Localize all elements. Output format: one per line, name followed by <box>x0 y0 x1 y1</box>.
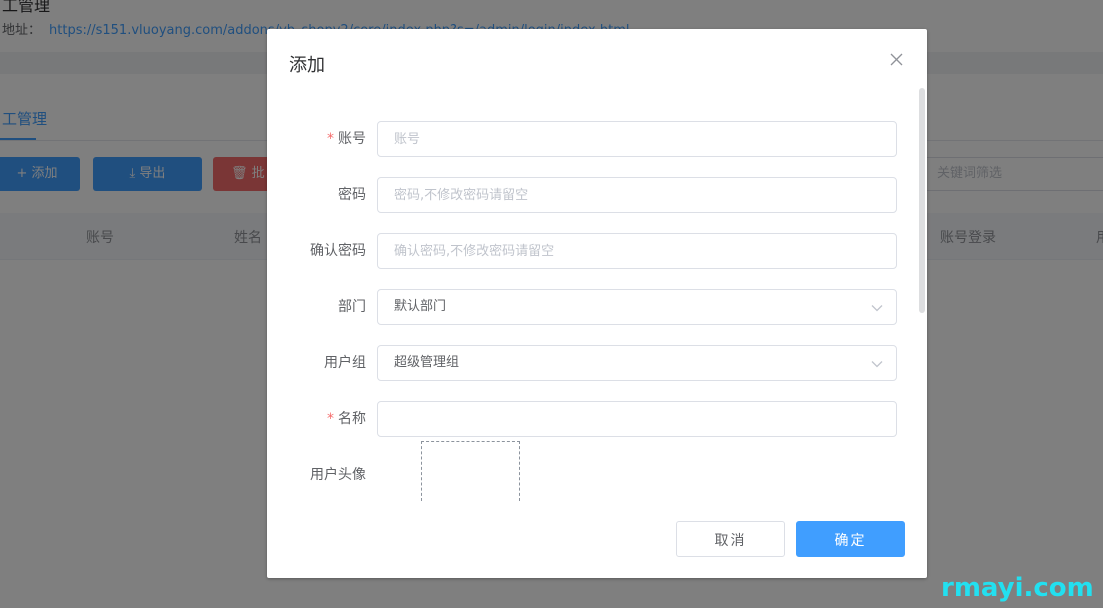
required-mark: * <box>327 131 334 147</box>
name-label: * 名称 <box>327 411 366 427</box>
department-select[interactable]: 默认部门 <box>377 289 897 325</box>
user-group-selected-value: 超级管理组 <box>394 355 460 370</box>
user-group-select[interactable]: 超级管理组 <box>377 345 897 381</box>
password-input[interactable] <box>377 177 897 213</box>
add-dialog: 添加 *账号 密码 确认密码 <box>267 29 927 578</box>
chevron-down-icon <box>871 305 883 312</box>
user-group-label: 用户组 <box>324 355 366 371</box>
dialog-title: 添加 <box>289 55 325 76</box>
form-row-name: * 名称 <box>267 401 927 437</box>
confirm-password-label: 确认密码 <box>310 243 366 259</box>
cancel-button[interactable]: 取消 <box>676 521 785 557</box>
required-mark: * <box>327 411 334 427</box>
department-label: 部门 <box>338 299 366 315</box>
avatar-upload-area[interactable] <box>421 441 520 501</box>
account-label: * 账号 <box>327 131 366 147</box>
close-button[interactable] <box>886 49 908 71</box>
dialog-body: *账号 密码 确认密码 部门 默认部门 <box>267 89 927 510</box>
form-row-department: 部门 默认部门 <box>267 289 927 325</box>
department-selected-value: 默认部门 <box>394 299 447 314</box>
page: 工管理 地址：https://s151.vluoyang.com/addons/… <box>0 0 1103 608</box>
dialog-scrollbar[interactable] <box>919 88 925 313</box>
name-input[interactable] <box>377 401 897 437</box>
account-input[interactable] <box>377 121 897 157</box>
confirm-password-input[interactable] <box>377 233 897 269</box>
watermark-text: rmayi.com <box>941 573 1094 603</box>
form-row-user-group: 用户组 超级管理组 <box>267 345 927 381</box>
close-icon <box>890 53 903 66</box>
form-row-avatar: 用户头像 <box>267 457 927 493</box>
form-row-account: * 账号 <box>267 121 927 157</box>
form-row-password: 密码 <box>267 177 927 213</box>
avatar-label: 用户头像 <box>310 467 366 483</box>
chevron-down-icon <box>871 361 883 368</box>
form-row-confirm-password: 确认密码 <box>267 233 927 269</box>
confirm-button[interactable]: 确定 <box>796 521 905 557</box>
password-label: 密码 <box>338 187 366 203</box>
